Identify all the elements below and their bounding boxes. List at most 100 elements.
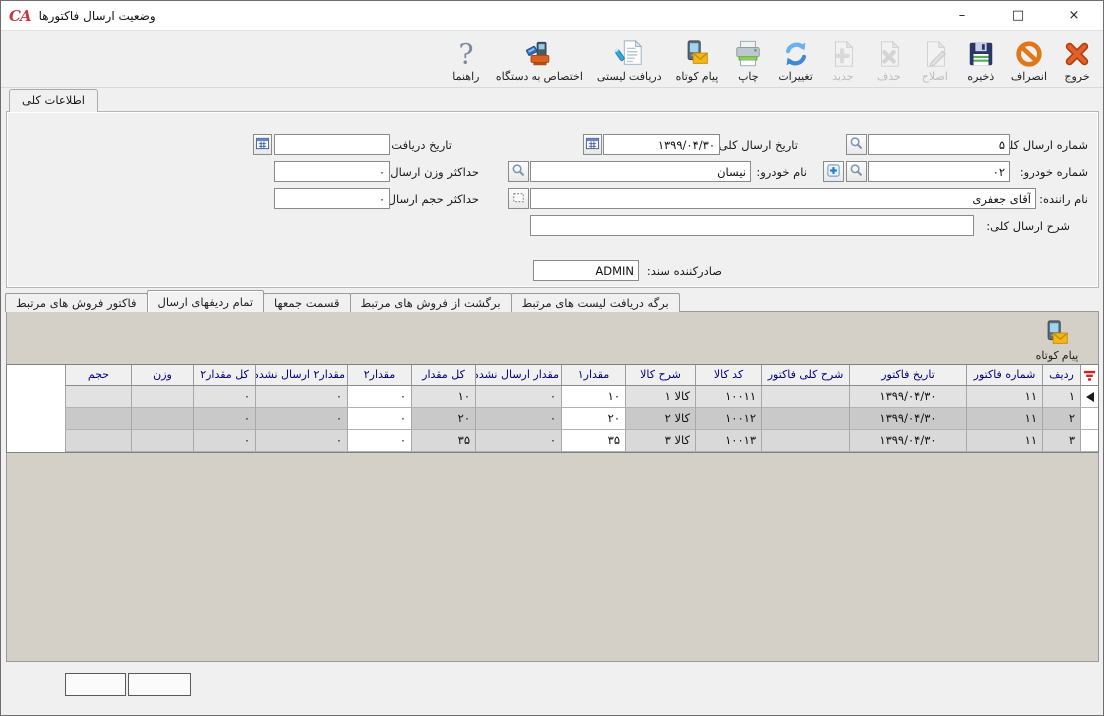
grid-cell: ۳ bbox=[1042, 430, 1080, 452]
driver-picker-button[interactable] bbox=[508, 188, 529, 209]
send-description-label: شرح ارسال کلی: bbox=[986, 219, 1070, 233]
toolbar-save-button[interactable]: ذخیره bbox=[958, 33, 1004, 85]
tab-related-sales-returns[interactable]: برگشت از فروش های مرتبط bbox=[350, 293, 512, 312]
toolbar-receive-list-button[interactable]: دریافت لیستی bbox=[590, 33, 669, 85]
grid-filter-icon[interactable] bbox=[1080, 365, 1098, 386]
toolbar-cancel-button[interactable]: انصراف bbox=[1004, 33, 1054, 85]
search-icon bbox=[849, 136, 864, 154]
vehicle-number-label: شماره خودرو: bbox=[1020, 165, 1088, 179]
app-window: CA وضعیت ارسال فاکتورها – □ × خروج انصراف… bbox=[0, 0, 1104, 716]
grid-filler bbox=[7, 365, 65, 386]
grid-column-header[interactable]: تاریخ فاکتور bbox=[849, 365, 966, 386]
toolbar-sms-button[interactable]: پیام کوتاه bbox=[669, 33, 726, 85]
max-weight-field[interactable] bbox=[274, 161, 390, 182]
vehicle-number-search-button[interactable] bbox=[846, 161, 867, 182]
toolbar-exit-button[interactable]: خروج bbox=[1054, 33, 1100, 85]
status-box-1 bbox=[65, 673, 126, 696]
row-indicator bbox=[1080, 408, 1098, 430]
current-row-indicator bbox=[1080, 386, 1098, 408]
tab-related-receipt-lists[interactable]: برگه دریافت لیست های مرتبط bbox=[511, 293, 680, 312]
toolbar-exit-label: خروج bbox=[1064, 70, 1089, 83]
new-icon bbox=[828, 39, 858, 69]
toolbar-delete-button: حذف bbox=[866, 33, 912, 85]
grid-column-header[interactable]: مقدار۲ bbox=[347, 365, 411, 386]
tab-related-sales-invoices[interactable]: فاکتور فروش های مرتبط bbox=[5, 293, 148, 312]
grid-cell: ۲ bbox=[1042, 408, 1080, 430]
exit-icon bbox=[1062, 39, 1092, 69]
send-date-calendar-button[interactable] bbox=[583, 134, 602, 155]
vehicle-name-label: نام خودرو: bbox=[756, 165, 807, 179]
grid-column-header[interactable]: مقدار ارسال نشده bbox=[475, 365, 561, 386]
grid-cell[interactable]: ۰ bbox=[347, 386, 411, 408]
grid-cell: ۱۳۹۹/۰۴/۳۰ bbox=[849, 430, 966, 452]
search-icon bbox=[849, 163, 864, 181]
grid-cell: ۰ bbox=[255, 430, 347, 452]
tab-totals-section[interactable]: قسمت جمعها bbox=[263, 293, 350, 312]
grid-cell: ۱۱ bbox=[966, 386, 1042, 408]
send-description-field[interactable] bbox=[530, 215, 974, 236]
grid-column-header[interactable]: حجم bbox=[65, 365, 131, 386]
issuer-field[interactable] bbox=[533, 260, 639, 281]
search-icon bbox=[511, 163, 526, 181]
toolbar-sms-label: پیام کوتاه bbox=[676, 70, 719, 83]
vehicle-name-field[interactable] bbox=[530, 161, 751, 182]
grid-cell bbox=[131, 430, 193, 452]
general-info-groupbox: شماره ارسال کلی: تاریخ ارسال کلی: تاریخ … bbox=[6, 111, 1099, 288]
grid-cell[interactable]: ۳۵ bbox=[561, 430, 625, 452]
receive-date-field[interactable] bbox=[274, 134, 390, 155]
minimize-button[interactable]: – bbox=[949, 8, 975, 23]
table-row[interactable]: ۱۱۱۱۳۹۹/۰۴/۳۰۱۰۰۱۱کالا ۱۱۰۰۱۰۰۰۰ bbox=[7, 386, 1098, 408]
vehicle-add-button[interactable] bbox=[823, 161, 844, 182]
grid-column-header[interactable]: کل مقدار۲ bbox=[193, 365, 255, 386]
grid-column-header[interactable]: کد کالا bbox=[695, 365, 761, 386]
toolbar-help-button[interactable]: ?راهنما bbox=[443, 33, 489, 85]
grid-cell: ۱۱ bbox=[966, 430, 1042, 452]
toolbar-assign-device-button[interactable]: اختصاص به دستگاه bbox=[489, 33, 590, 85]
grid-cell[interactable]: ۰ bbox=[347, 408, 411, 430]
grid-cell: ۰ bbox=[475, 408, 561, 430]
grid-cell: ۰ bbox=[475, 386, 561, 408]
close-button[interactable]: × bbox=[1061, 8, 1087, 23]
grid-column-header[interactable]: شماره فاکتور bbox=[966, 365, 1042, 386]
send-date-field[interactable] bbox=[603, 134, 720, 155]
issuer-label: صادرکننده سند: bbox=[647, 264, 722, 278]
grid-cell[interactable]: ۲۰ bbox=[561, 408, 625, 430]
tab-general-info[interactable]: اطلاعات کلی bbox=[9, 89, 98, 112]
vehicle-number-field[interactable] bbox=[868, 161, 1010, 182]
sms-icon bbox=[1042, 319, 1072, 349]
grid-cell: ۰ bbox=[255, 408, 347, 430]
grid-column-header[interactable]: شرح کلی فاکتور bbox=[761, 365, 849, 386]
grid-filler bbox=[7, 386, 65, 408]
driver-name-field[interactable] bbox=[530, 188, 1036, 209]
save-icon bbox=[966, 39, 996, 69]
sms-grid-button[interactable]: پیام کوتاه bbox=[1022, 315, 1092, 363]
grid-cell bbox=[761, 408, 849, 430]
send-number-field[interactable] bbox=[868, 134, 1010, 155]
grid-cell[interactable]: ۰ bbox=[347, 430, 411, 452]
table-row[interactable]: ۲۱۱۱۳۹۹/۰۴/۳۰۱۰۰۱۲کالا ۲۲۰۰۲۰۰۰۰ bbox=[7, 408, 1098, 430]
tab-all-send-rows[interactable]: تمام ردیفهای ارسال bbox=[147, 290, 265, 312]
grid-cell: کالا ۳ bbox=[625, 430, 695, 452]
grid-header-row: ردیفشماره فاکتورتاریخ فاکتورشرح کلی فاکت… bbox=[7, 365, 1098, 386]
edit-icon bbox=[920, 39, 950, 69]
send-number-search-button[interactable] bbox=[846, 134, 867, 155]
toolbar-changes-button[interactable]: تغییرات bbox=[771, 33, 820, 85]
grid-column-header[interactable]: ردیف bbox=[1042, 365, 1080, 386]
sms-grid-button-label: پیام کوتاه bbox=[1036, 349, 1079, 362]
grid-cell[interactable]: ۱۰ bbox=[561, 386, 625, 408]
grid-cell bbox=[131, 386, 193, 408]
max-volume-label: حداکثر حجم ارسال: bbox=[384, 192, 479, 206]
maximize-button[interactable]: □ bbox=[1005, 8, 1031, 23]
grid-column-header[interactable]: وزن bbox=[131, 365, 193, 386]
grid-column-header[interactable]: مقدار۱ bbox=[561, 365, 625, 386]
receive-date-calendar-button[interactable] bbox=[253, 134, 272, 155]
max-weight-label: حداکثر وزن ارسال: bbox=[386, 165, 479, 179]
toolbar-print-button[interactable]: چاپ bbox=[725, 33, 771, 85]
max-volume-field[interactable] bbox=[274, 188, 390, 209]
grid-column-header[interactable]: مقدار۲ ارسال نشده bbox=[255, 365, 347, 386]
grid-column-header[interactable]: کل مقدار bbox=[411, 365, 475, 386]
vehicle-name-search-button[interactable] bbox=[508, 161, 529, 182]
table-row[interactable]: ۳۱۱۱۳۹۹/۰۴/۳۰۱۰۰۱۳کالا ۳۳۵۰۳۵۰۰۰ bbox=[7, 430, 1098, 452]
titlebar: CA وضعیت ارسال فاکتورها – □ × bbox=[1, 1, 1103, 31]
grid-column-header[interactable]: شرح کالا bbox=[625, 365, 695, 386]
